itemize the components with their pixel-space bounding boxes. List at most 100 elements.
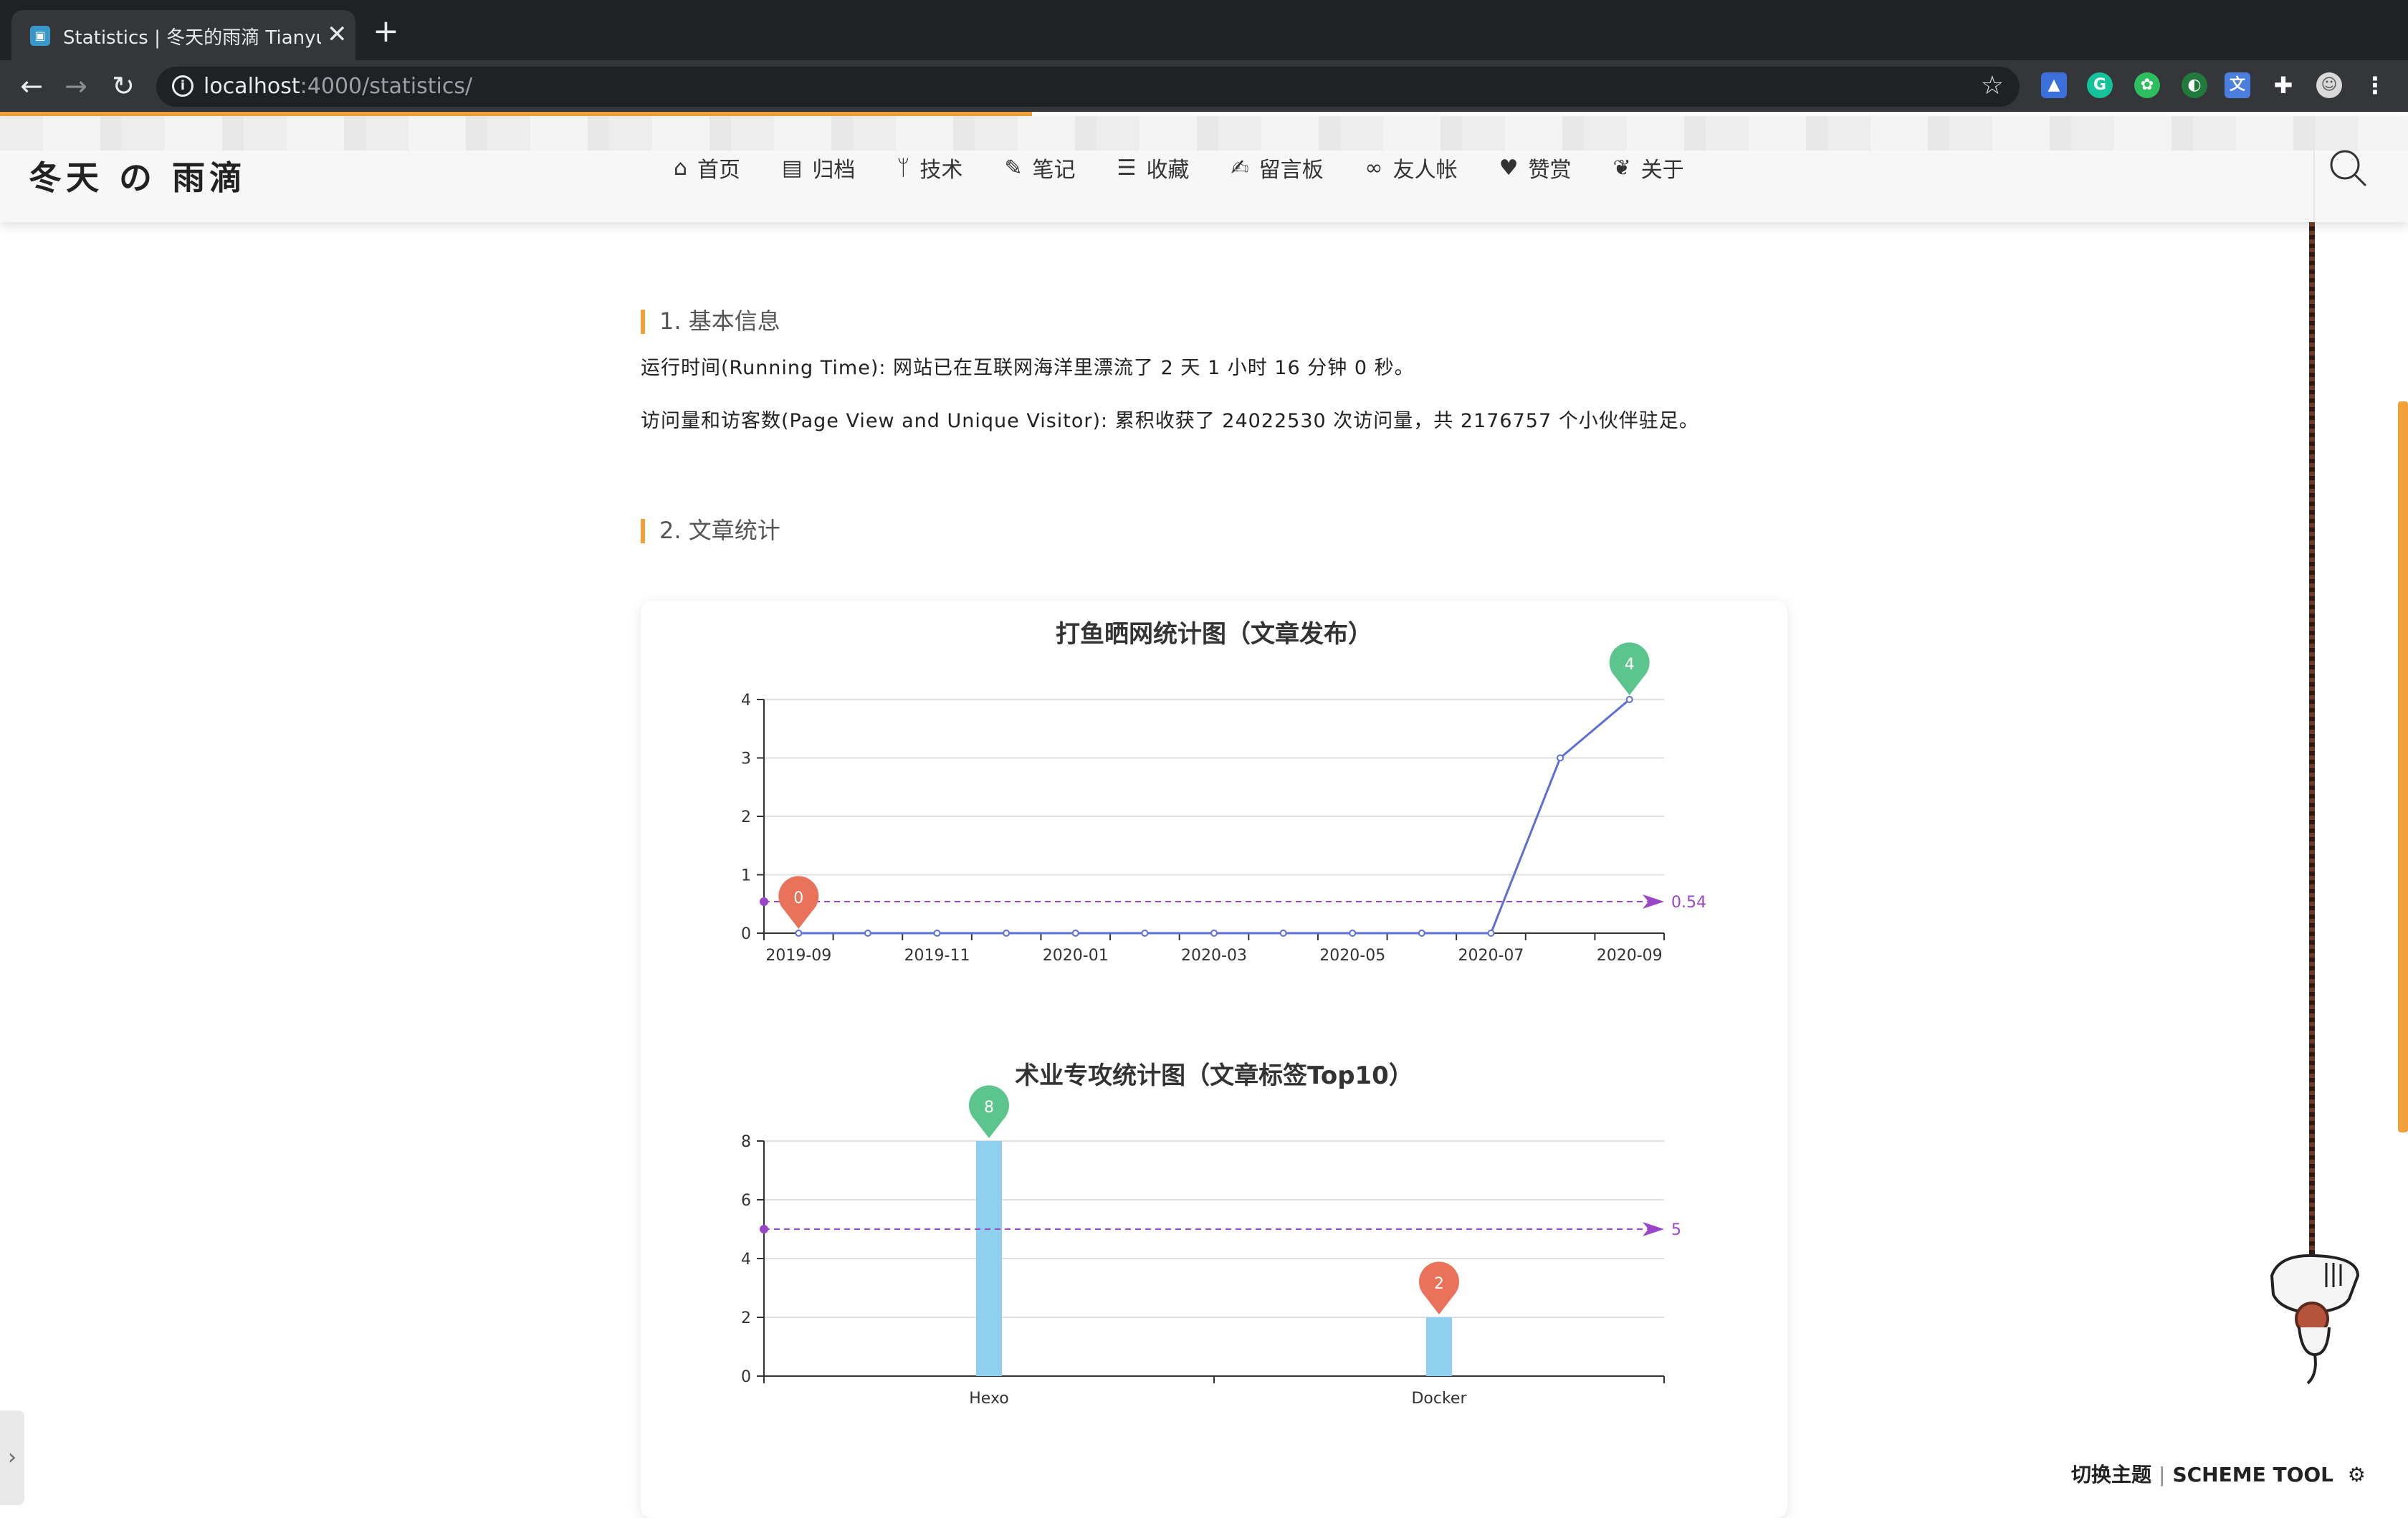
y-tick-label: 6 [741,1192,751,1210]
header-banner [0,116,2408,151]
average-label: 0.54 [1671,894,1706,912]
max-marker-pin-label: 8 [984,1099,994,1117]
y-tick-label: 8 [741,1133,751,1151]
address-bar[interactable]: i localhost:4000/statistics/ ☆ [156,67,2020,107]
data-point [1279,930,1287,937]
bar-chart-title: 术业专攻统计图（文章标签Top10） [1015,1061,1413,1090]
profile-avatar[interactable]: ☺ [2316,72,2342,98]
main-menu: ⌂ 首页 ▤ 归档 ᛘ 技术 ✎ 笔记 ☰ 收藏 ✍ 留言板 ∞ 友人帐 ♥ 赞赏 ❦ 关于 [674,152,1684,183]
bookmark-star-icon[interactable]: ☆ [1981,71,2004,100]
extension-evernote-icon[interactable]: ✿ [2134,72,2160,98]
x-tick-label: 2020-03 [1181,947,1247,965]
x-tick-label: 2020-09 [1597,947,1663,965]
data-point [1557,754,1564,762]
average-arrow [1643,894,1664,909]
menu-item-5[interactable]: ✍ 留言板 [1231,152,1323,183]
y-tick-label: 2 [741,1309,751,1327]
menu-item-6[interactable]: ∞ 友人帐 [1365,152,1458,183]
extension-graduation-icon[interactable]: ▲ [2041,72,2067,98]
extension-leaf-icon[interactable]: ◐ [2182,72,2207,98]
close-tab-icon[interactable]: ✕ [327,20,348,49]
y-tick-label: 0 [741,1368,751,1386]
menu-item-icon: ⌂ [674,155,688,181]
y-tick-label: 1 [741,867,751,885]
scheme-tool-cn-label[interactable]: 切换主题 [2071,1463,2151,1486]
y-tick-label: 0 [741,925,751,943]
menu-item-7[interactable]: ♥ 赞赏 [1499,152,1572,183]
gear-icon[interactable]: ⚙ [2341,1463,2366,1486]
y-tick-label: 4 [741,692,751,710]
browser-tab[interactable]: ▣ Statistics | 冬天的雨滴 Tianyu C ✕ [11,10,355,60]
browser-tabstrip: ▣ Statistics | 冬天的雨滴 Tianyu C ✕ + [0,0,2408,60]
x-tick-label: 2019-09 [765,947,831,965]
min-marker-pin-label: 2 [1434,1275,1444,1293]
x-tick-label: Docker [1411,1390,1467,1408]
menu-item-label: 赞赏 [1528,158,1572,183]
menu-item-label: 技术 [919,158,963,183]
data-point [1141,930,1149,937]
menu-item-1[interactable]: ▤ 归档 [782,152,855,183]
x-tick-label: 2020-05 [1319,947,1385,965]
menu-item-4[interactable]: ☰ 收藏 [1117,152,1190,183]
bar [976,1141,1002,1376]
site-logo[interactable]: 冬天 の 雨滴 [29,152,247,199]
min-marker-pin-label: 0 [793,889,803,907]
cat-mascot-icon[interactable] [2258,1247,2372,1390]
new-tab-button[interactable]: + [373,16,399,47]
search-icon[interactable] [2328,148,2366,186]
charts-svg: 打鱼晒网统计图（文章发布） 0 1 2 3 4 2019-09 2019-11 2020-01 2… [741,620,1706,1408]
forward-arrow-icon[interactable]: → [57,67,95,105]
section-article-stats-heading: 2. 文章统计 [641,510,1787,550]
tab-title: Statistics | 冬天的雨滴 Tianyu C [63,27,321,49]
menu-item-3[interactable]: ✎ 笔记 [1004,152,1075,183]
data-point [1003,930,1010,937]
back-arrow-icon[interactable]: ← [13,67,50,105]
url-host: localhost [204,74,300,99]
extension-translate-icon[interactable]: 文 [2225,72,2250,98]
menu-item-icon: ▤ [782,155,803,181]
visits-text: 访问量和访客数(Page View and Unique Visitor): 累… [641,410,1699,432]
menu-item-icon: ❦ [1612,155,1631,181]
max-marker-pin-label: 4 [1625,656,1635,674]
menu-item-label: 关于 [1640,158,1684,183]
menu-item-icon: ∞ [1365,155,1383,181]
scheme-tool[interactable]: 切换主题 | SCHEME TOOL ⚙ [2071,1459,2366,1488]
reload-icon[interactable]: ↻ [105,67,142,105]
menu-item-label: 笔记 [1032,158,1076,183]
menu-item-label: 归档 [812,158,856,183]
data-point [864,930,871,937]
y-tick-label: 3 [741,750,751,768]
x-tick-label: 2019-11 [904,947,970,965]
hanging-rope [2309,222,2315,1254]
data-point [1071,930,1079,937]
charts-card: 打鱼晒网统计图（文章发布） 0 1 2 3 4 2019-09 2019-11 2020-01 2… [641,601,1787,1518]
menu-item-0[interactable]: ⌂ 首页 [674,152,740,183]
line-chart-title: 打鱼晒网统计图（文章发布） [1056,620,1372,649]
average-arrow [1643,1222,1664,1236]
scrollbar-thumb[interactable] [2398,401,2408,1132]
menu-item-2[interactable]: ᛘ 技术 [897,152,962,183]
favicon-icon: ▣ [30,26,50,46]
url-text[interactable]: localhost:4000/statistics/ [204,74,472,99]
header-divider [2313,116,2315,222]
data-point [1418,930,1425,937]
menu-item-icon: ☰ [1117,155,1137,181]
scheme-tool-en-label[interactable]: SCHEME TOOL [2172,1463,2333,1486]
site-info-icon[interactable]: i [172,75,194,97]
scheme-tool-separator: | [2159,1463,2166,1486]
extension-grammarly-icon[interactable]: G [2087,72,2113,98]
x-tick-label: 2020-01 [1043,947,1109,965]
x-tick-label: 2020-07 [1458,947,1524,965]
menu-item-icon: ✎ [1004,155,1023,181]
data-point [1487,930,1495,937]
site-header: 冬天 の 雨滴 ⌂ 首页 ▤ 归档 ᛘ 技术 ✎ 笔记 ☰ 收藏 ✍ 留言板 ∞ 友人帐 ♥ 赞赏 ❦ 关于 [0,116,2408,222]
menu-item-8[interactable]: ❦ 关于 [1613,152,1684,183]
menu-item-label: 友人帐 [1392,158,1458,183]
data-point [1349,930,1357,937]
extensions-puzzle-icon[interactable]: ✚ [2270,72,2296,98]
menu-item-icon: ᛘ [897,155,910,181]
browser-menu-icon[interactable]: ⋮ [2362,72,2388,98]
x-tick-label: Hexo [969,1390,1009,1408]
sidebar-toggle-chevron-icon[interactable]: › [0,1410,24,1505]
data-point [933,930,941,937]
